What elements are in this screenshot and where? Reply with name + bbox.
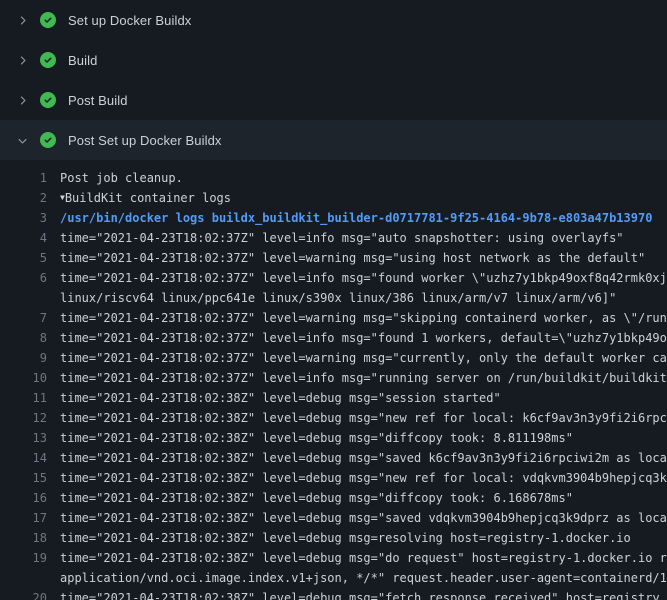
- log-text: time="2021-04-23T18:02:38Z" level=debug …: [60, 468, 667, 488]
- step-label: Post Build: [68, 93, 128, 108]
- log-text: time="2021-04-23T18:02:37Z" level=warnin…: [60, 308, 667, 328]
- line-number: [0, 568, 47, 588]
- line-number[interactable]: 11: [0, 388, 47, 408]
- log-line: 17 time="2021-04-23T18:02:38Z" level=deb…: [0, 508, 667, 528]
- log-line: 2 ▼ BuildKit container logs: [0, 188, 667, 208]
- log-line: linux/riscv64 linux/ppc641e linux/s390x …: [0, 288, 667, 308]
- log-lines: 1 Post job cleanup. 2 ▼ BuildKit contain…: [0, 168, 667, 600]
- workflow-log-viewer: Set up Docker Buildx Build Post Buil: [0, 0, 667, 600]
- success-check-icon: [40, 132, 56, 148]
- line-number[interactable]: 2: [0, 188, 47, 208]
- line-number[interactable]: 17: [0, 508, 47, 528]
- line-number[interactable]: 18: [0, 528, 47, 548]
- step-header-2[interactable]: Post Build: [0, 80, 667, 120]
- log-text: time="2021-04-23T18:02:38Z" level=debug …: [60, 448, 667, 468]
- step-header-3[interactable]: Post Set up Docker Buildx: [0, 120, 667, 160]
- log-text: time="2021-04-23T18:02:38Z" level=debug …: [60, 488, 573, 508]
- log-line: 11 time="2021-04-23T18:02:38Z" level=deb…: [0, 388, 667, 408]
- log-text: time="2021-04-23T18:02:37Z" level=warnin…: [60, 348, 667, 368]
- line-number: [0, 288, 47, 308]
- log-text: linux/riscv64 linux/ppc641e linux/s390x …: [60, 288, 616, 308]
- log-line: 7 time="2021-04-23T18:02:37Z" level=warn…: [0, 308, 667, 328]
- log-line: 14 time="2021-04-23T18:02:38Z" level=deb…: [0, 448, 667, 468]
- log-text: BuildKit container logs: [65, 188, 231, 208]
- success-check-icon: [40, 92, 56, 108]
- line-number[interactable]: 3: [0, 208, 47, 228]
- line-number[interactable]: 7: [0, 308, 47, 328]
- chevron-icon[interactable]: [14, 52, 30, 68]
- log-line: 19 time="2021-04-23T18:02:38Z" level=deb…: [0, 548, 667, 568]
- log-line: 9 time="2021-04-23T18:02:37Z" level=warn…: [0, 348, 667, 368]
- log-line: 12 time="2021-04-23T18:02:38Z" level=deb…: [0, 408, 667, 428]
- log-line: 5 time="2021-04-23T18:02:37Z" level=warn…: [0, 248, 667, 268]
- log-line: 6 time="2021-04-23T18:02:37Z" level=info…: [0, 268, 667, 288]
- step-label: Post Set up Docker Buildx: [68, 133, 222, 148]
- log-text: time="2021-04-23T18:02:38Z" level=debug …: [60, 388, 501, 408]
- log-text: time="2021-04-23T18:02:38Z" level=debug …: [60, 428, 573, 448]
- log-text: /usr/bin/docker logs buildx_buildkit_bui…: [60, 208, 652, 228]
- line-number[interactable]: 8: [0, 328, 47, 348]
- log-text: time="2021-04-23T18:02:38Z" level=debug …: [60, 548, 667, 568]
- log-line: 3 /usr/bin/docker logs buildx_buildkit_b…: [0, 208, 667, 228]
- log-text: application/vnd.oci.image.index.v1+json,…: [60, 568, 667, 588]
- log-line: 18 time="2021-04-23T18:02:38Z" level=deb…: [0, 528, 667, 548]
- chevron-icon[interactable]: [14, 132, 30, 148]
- step-label: Build: [68, 53, 97, 68]
- log-line: 1 Post job cleanup.: [0, 168, 667, 188]
- step-header-1[interactable]: Build: [0, 40, 667, 80]
- log-line: 8 time="2021-04-23T18:02:37Z" level=info…: [0, 328, 667, 348]
- step-header-0[interactable]: Set up Docker Buildx: [0, 0, 667, 40]
- line-number[interactable]: 5: [0, 248, 47, 268]
- log-line: 4 time="2021-04-23T18:02:37Z" level=info…: [0, 228, 667, 248]
- line-number[interactable]: 14: [0, 448, 47, 468]
- log-line: 10 time="2021-04-23T18:02:37Z" level=inf…: [0, 368, 667, 388]
- log-text: time="2021-04-23T18:02:37Z" level=warnin…: [60, 248, 645, 268]
- log-text: time="2021-04-23T18:02:37Z" level=info m…: [60, 368, 667, 388]
- line-number[interactable]: 13: [0, 428, 47, 448]
- log-text: time="2021-04-23T18:02:37Z" level=info m…: [60, 328, 667, 348]
- log-text: time="2021-04-23T18:02:37Z" level=info m…: [60, 268, 667, 288]
- line-number[interactable]: 4: [0, 228, 47, 248]
- step-list: Set up Docker Buildx Build Post Buil: [0, 0, 667, 160]
- chevron-icon[interactable]: [14, 12, 30, 28]
- line-number[interactable]: 19: [0, 548, 47, 568]
- line-number[interactable]: 9: [0, 348, 47, 368]
- log-line: 13 time="2021-04-23T18:02:38Z" level=deb…: [0, 428, 667, 448]
- line-number[interactable]: 6: [0, 268, 47, 288]
- log-text: time="2021-04-23T18:02:38Z" level=debug …: [60, 528, 631, 548]
- log-text: time="2021-04-23T18:02:38Z" level=debug …: [60, 588, 660, 600]
- line-number[interactable]: 15: [0, 468, 47, 488]
- log-text: Post job cleanup.: [60, 168, 183, 188]
- log-line: 20 time="2021-04-23T18:02:38Z" level=deb…: [0, 588, 667, 600]
- chevron-icon[interactable]: [14, 92, 30, 108]
- log-text: time="2021-04-23T18:02:38Z" level=debug …: [60, 408, 667, 428]
- success-check-icon: [40, 12, 56, 28]
- log-line: 16 time="2021-04-23T18:02:38Z" level=deb…: [0, 488, 667, 508]
- line-number[interactable]: 12: [0, 408, 47, 428]
- line-number[interactable]: 16: [0, 488, 47, 508]
- log-line: 15 time="2021-04-23T18:02:38Z" level=deb…: [0, 468, 667, 488]
- success-check-icon: [40, 52, 56, 68]
- log-text: time="2021-04-23T18:02:37Z" level=info m…: [60, 228, 624, 248]
- step-label: Set up Docker Buildx: [68, 13, 191, 28]
- line-number[interactable]: 1: [0, 168, 47, 188]
- log-line: application/vnd.oci.image.index.v1+json,…: [0, 568, 667, 588]
- log-text: time="2021-04-23T18:02:38Z" level=debug …: [60, 508, 667, 528]
- line-number[interactable]: 20: [0, 588, 47, 600]
- line-number[interactable]: 10: [0, 368, 47, 388]
- log-console: 1 Post job cleanup. 2 ▼ BuildKit contain…: [0, 160, 667, 600]
